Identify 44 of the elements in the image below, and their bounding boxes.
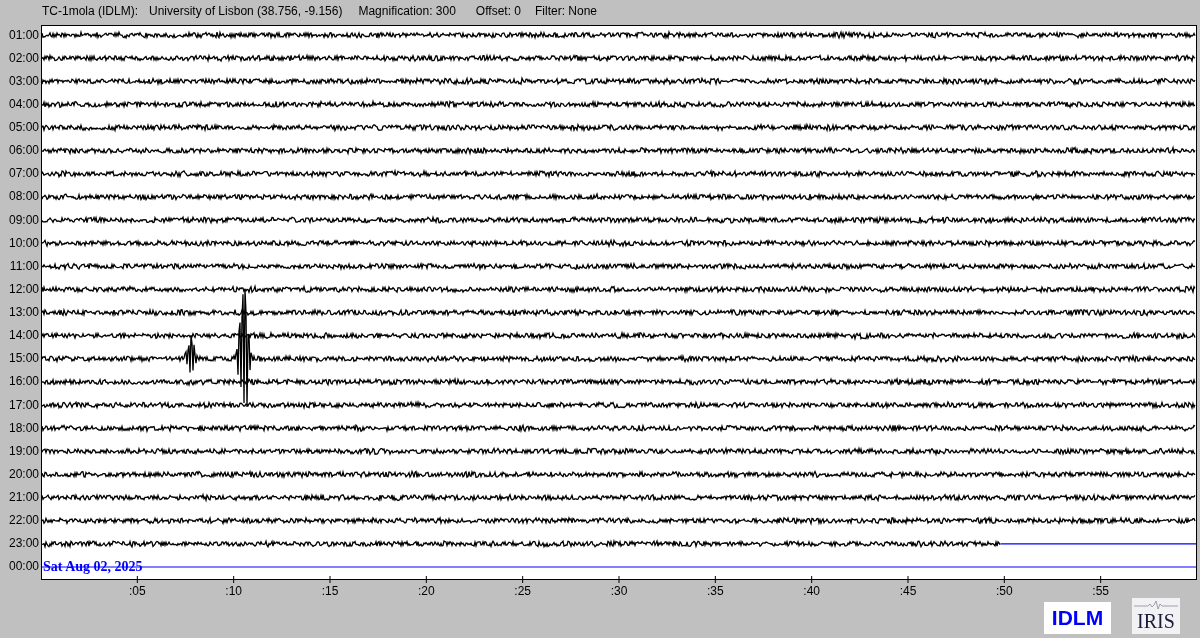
logo-text: IRIS xyxy=(1137,610,1175,632)
filter-label: Filter: None xyxy=(535,4,598,18)
axis-tick-label: :55 xyxy=(1092,584,1109,598)
location-label: University of Lisbon (38.756, -9.156) xyxy=(149,4,343,18)
time-label: 23:00 xyxy=(7,535,40,553)
time-label: 07:00 xyxy=(7,165,40,183)
axis-tick-label: :35 xyxy=(707,584,724,598)
time-label: 15:00 xyxy=(7,350,40,368)
time-label: 05:00 xyxy=(7,119,40,136)
date-label: Sat Aug 02, 2025 xyxy=(43,559,143,574)
time-label: 16:00 xyxy=(7,373,40,391)
time-label: 22:00 xyxy=(7,512,40,530)
time-label: 20:00 xyxy=(7,465,40,483)
axis-tick-label: :05 xyxy=(129,584,146,598)
time-label: 06:00 xyxy=(7,142,40,160)
time-label: 21:00 xyxy=(7,489,40,506)
time-label: 02:00 xyxy=(7,49,40,67)
axis-tick-label: :15 xyxy=(321,584,339,598)
axis-tick-label: :10 xyxy=(225,584,242,598)
axis-tick-label: :20 xyxy=(418,584,435,598)
time-label: 14:00 xyxy=(7,327,40,345)
time-label: 10:00 xyxy=(7,234,40,252)
time-label: 17:00 xyxy=(7,396,40,414)
time-label: 08:00 xyxy=(7,188,40,206)
axis-tick-label: :25 xyxy=(514,584,531,598)
axis-tick-label: :40 xyxy=(803,584,820,598)
idlm-logo: IDLM xyxy=(1044,602,1111,634)
time-label: 09:00 xyxy=(7,211,40,229)
axis-tick-label: :50 xyxy=(996,584,1013,598)
time-label: 03:00 xyxy=(7,72,40,90)
time-label: 13:00 xyxy=(7,304,40,321)
time-label: 12:00 xyxy=(7,280,40,298)
axis-tick-label: :45 xyxy=(899,584,917,598)
station-label: TC-1mola (IDLM): xyxy=(42,4,138,18)
magnification-label: Magnification: 300 xyxy=(358,4,456,18)
time-label: 18:00 xyxy=(7,419,40,437)
time-label: 04:00 xyxy=(7,95,40,113)
time-label: 11:00 xyxy=(8,257,40,275)
time-label: 01:00 xyxy=(7,26,40,44)
seismograph-icon xyxy=(1134,600,1178,610)
offset-label: Offset: 0 xyxy=(475,4,521,18)
time-label: 19:00 xyxy=(7,442,40,460)
time-label: 00:00 xyxy=(7,558,40,576)
axis-tick-label: :30 xyxy=(610,584,628,598)
